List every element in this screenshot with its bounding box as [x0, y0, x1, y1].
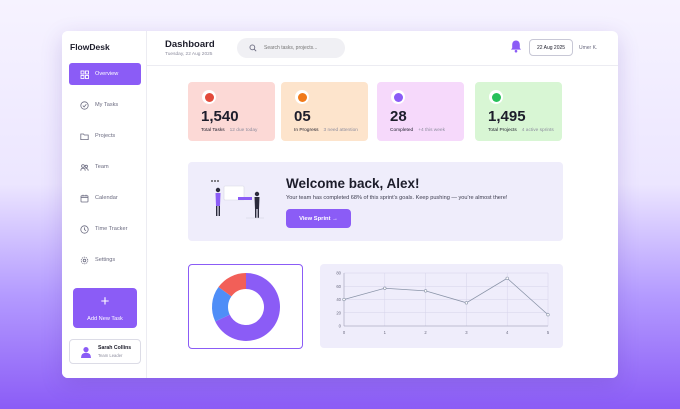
x-tick-label: 0	[343, 330, 346, 335]
x-tick-label: 3	[465, 330, 468, 335]
profile-card[interactable]: Sarah Collins Team Leader	[69, 339, 141, 364]
stat-label: Completed	[390, 128, 414, 133]
stat-subtext: +4 this week	[418, 128, 446, 133]
add-task-button[interactable]: + Add New Task	[73, 288, 137, 328]
add-task-label: Add New Task	[87, 315, 123, 322]
stat-value: 28	[390, 108, 407, 125]
stat-value: 1,495	[488, 108, 526, 125]
stat-label: Total Projects	[488, 128, 517, 133]
y-tick-label: 60	[336, 284, 341, 289]
stat-card-in-progress[interactable]: 05 In Progress 3 need attention	[281, 82, 368, 141]
calendar-icon	[80, 194, 89, 203]
view-sprint-button[interactable]: View Sprint →	[286, 209, 351, 228]
profile-role: Team Leader	[98, 353, 123, 358]
stat-label: Total Tasks	[201, 128, 225, 133]
status-dot-icon	[202, 90, 216, 104]
sidebar-nav: Overview My Tasks Projects Team Calendar Time…	[69, 63, 141, 280]
stat-label: In Progress	[294, 128, 319, 133]
gear-icon	[80, 256, 89, 265]
data-point	[546, 313, 550, 317]
bell-icon[interactable]	[509, 39, 523, 53]
donut-chart-card	[188, 264, 303, 349]
status-dot-icon	[295, 90, 309, 104]
welcome-title: Welcome back, Alex!	[286, 176, 420, 191]
search-bar[interactable]	[237, 38, 345, 58]
status-dot-icon	[391, 90, 405, 104]
brand-logo: FlowDesk	[70, 42, 110, 52]
x-tick-label: 5	[547, 330, 550, 335]
status-dot-icon	[489, 90, 503, 104]
grid-icon	[80, 70, 89, 79]
sidebar-item-team[interactable]: Team	[69, 156, 141, 178]
stat-value: 1,540	[201, 108, 239, 125]
series-line	[343, 277, 549, 316]
data-point	[423, 289, 428, 293]
sidebar-item-label: Overview	[95, 71, 119, 77]
data-point	[383, 286, 387, 290]
team-illustration	[211, 180, 264, 219]
sidebar-item-settings[interactable]: Settings	[69, 249, 141, 271]
users-icon	[80, 163, 89, 172]
folder-icon	[80, 132, 89, 141]
line-chart: 0 20 40 60 80 0 1 2 3 4 5	[336, 271, 550, 335]
y-tick-label: 20	[336, 310, 341, 315]
y-tick-label: 0	[339, 324, 342, 329]
search-icon	[249, 44, 257, 52]
sidebar-item-overview[interactable]: Overview	[69, 63, 141, 85]
x-tick-label: 4	[506, 330, 509, 335]
data-point	[505, 276, 509, 280]
check-circle-icon	[80, 100, 89, 110]
stat-subtext: 3 need attention	[323, 128, 358, 133]
sidebar-item-projects[interactable]: Projects	[69, 125, 141, 147]
welcome-banner: Welcome back, Alex! Your team has comple…	[188, 162, 563, 241]
page-date: Tuesday, 22 Aug 2025	[165, 52, 213, 57]
data-point	[464, 301, 468, 305]
x-tick-label: 2	[424, 330, 427, 335]
y-tick-label: 40	[336, 297, 341, 302]
stat-card-completed[interactable]: 28 Completed +4 this week	[377, 82, 464, 141]
top-header: Dashboard Tuesday, 22 Aug 2025 22 Aug 20…	[147, 31, 618, 66]
user-name[interactable]: Umer K.	[579, 45, 597, 51]
y-tick-label: 80	[336, 271, 341, 276]
plus-icon: +	[100, 292, 110, 310]
sidebar-item-label: Team	[95, 164, 109, 170]
avatar-icon	[81, 346, 91, 358]
date-pill[interactable]: 22 Aug 2025	[529, 39, 573, 56]
sidebar-item-label: Calendar	[95, 195, 118, 201]
sidebar-item-my-tasks[interactable]: My Tasks	[69, 94, 141, 116]
line-chart-card: 0 20 40 60 80 0 1 2 3 4 5	[320, 264, 563, 348]
stat-value: 05	[294, 108, 311, 125]
welcome-text: Your team has completed 68% of this spri…	[286, 195, 508, 201]
sidebar-item-label: My Tasks	[95, 102, 119, 108]
search-input[interactable]	[264, 45, 344, 51]
profile-name: Sarah Collins	[98, 345, 132, 351]
donut-chart	[212, 273, 280, 341]
app-window: FlowDesk Overview My Tasks Projects Team Cal…	[62, 31, 618, 378]
sidebar-item-label: Projects	[95, 133, 116, 139]
stat-card-total-projects[interactable]: 1,495 Total Projects 4 active sprints	[475, 82, 562, 141]
data-point	[342, 297, 346, 302]
sidebar-item-calendar[interactable]: Calendar	[69, 187, 141, 209]
clock-icon	[80, 224, 89, 234]
stat-subtext: 4 active sprints	[521, 128, 554, 133]
sidebar-item-time-tracker[interactable]: Time Tracker	[69, 218, 141, 240]
sidebar: FlowDesk Overview My Tasks Projects Team Cal…	[62, 31, 147, 378]
stat-card-total-tasks[interactable]: 1,540 Total Tasks 12 due today	[188, 82, 275, 141]
sidebar-item-label: Time Tracker	[95, 226, 128, 232]
x-tick-label: 1	[384, 330, 387, 335]
page-title: Dashboard	[165, 39, 215, 50]
stat-subtext: 12 due today	[229, 128, 258, 133]
sidebar-item-label: Settings	[95, 257, 116, 263]
